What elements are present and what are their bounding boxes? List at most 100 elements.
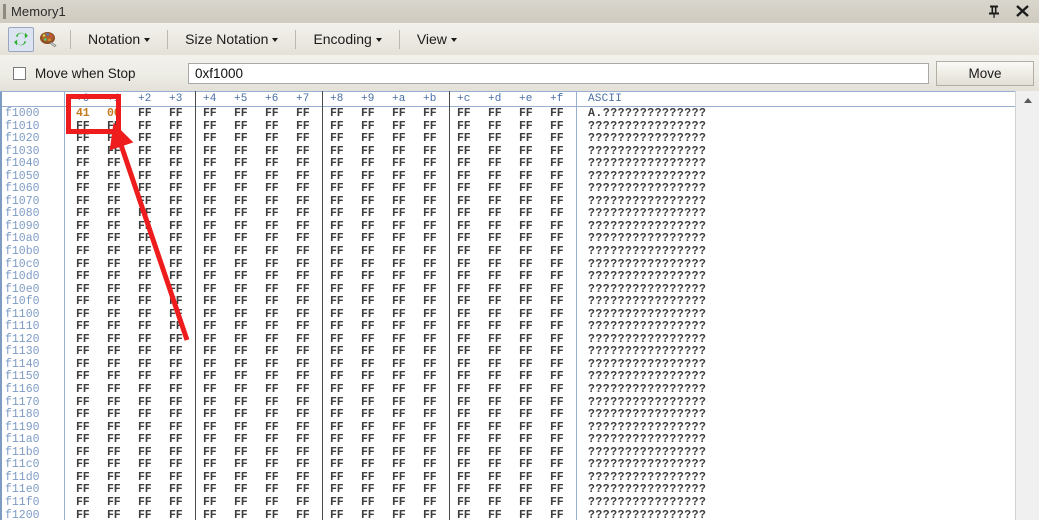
hex-byte-cell[interactable]: FF [76, 320, 90, 333]
hex-byte-cell[interactable]: FF [361, 170, 375, 183]
hex-byte-cell[interactable]: FF [107, 270, 121, 283]
hex-byte-cell[interactable]: FF [392, 333, 406, 346]
hex-byte-cell[interactable]: FF [107, 370, 121, 383]
hex-byte-cell[interactable]: FF [107, 132, 121, 145]
hex-row[interactable]: f1130 FF FF FF FF FF FF FF FF FF FF FF FF FF FF FF FF???… [2, 345, 1016, 358]
hex-byte-cell[interactable]: FF [265, 170, 279, 183]
hex-byte-cell[interactable]: FF [457, 232, 471, 245]
hex-byte-cell[interactable]: FF [519, 471, 533, 484]
hex-byte-cell[interactable]: FF [138, 396, 152, 409]
hex-byte-cell[interactable]: FF [107, 308, 121, 321]
hex-row[interactable]: f1120 FF FF FF FF FF FF FF FF FF FF FF FF FF FF FF FF???… [2, 333, 1016, 346]
hex-byte-cell[interactable]: FF [330, 345, 344, 358]
hex-byte-cell[interactable]: FF [265, 220, 279, 233]
hex-byte-cell[interactable]: FF [138, 120, 152, 133]
hex-byte-cell[interactable]: FF [265, 483, 279, 496]
hex-byte-cell[interactable]: FF [76, 308, 90, 321]
menu-size-notation[interactable]: Size Notation [178, 28, 285, 50]
hex-byte-cell[interactable]: FF [265, 308, 279, 321]
hex-row[interactable]: f11f0 FF FF FF FF FF FF FF FF FF FF FF FF FF FF FF FF???… [2, 496, 1016, 509]
hex-byte-cell[interactable]: FF [203, 496, 217, 509]
hex-byte-cell[interactable]: FF [169, 207, 183, 220]
hex-byte-cell[interactable]: FF [392, 207, 406, 220]
hex-row[interactable]: f1090 FF FF FF FF FF FF FF FF FF FF FF FF FF FF FF FF???… [2, 220, 1016, 233]
hex-byte-cell[interactable]: FF [265, 145, 279, 158]
hex-byte-cell[interactable]: FF [203, 408, 217, 421]
hex-byte-cell[interactable]: FF [203, 458, 217, 471]
address-input[interactable]: 0xf1000 [188, 63, 929, 84]
hex-byte-cell[interactable]: FF [296, 308, 310, 321]
hex-byte-cell[interactable]: FF [392, 308, 406, 321]
hex-byte-cell[interactable]: FF [330, 458, 344, 471]
hex-byte-cell[interactable]: FF [550, 245, 564, 258]
hex-byte-cell[interactable]: FF [234, 358, 248, 371]
hex-byte-cell[interactable]: FF [296, 509, 310, 520]
hex-byte-cell[interactable]: FF [107, 182, 121, 195]
hex-row-ascii[interactable]: ???????????????? [588, 345, 706, 358]
hex-byte-cell[interactable]: FF [392, 496, 406, 509]
hex-byte-cell[interactable]: FF [138, 145, 152, 158]
hex-byte-cell[interactable]: FF [519, 157, 533, 170]
vertical-scrollbar[interactable] [1015, 91, 1039, 520]
hex-byte-cell[interactable]: FF [550, 308, 564, 321]
hex-byte-cell[interactable]: FF [169, 308, 183, 321]
hex-byte-cell[interactable]: FF [234, 408, 248, 421]
hex-byte-cell[interactable]: FF [519, 483, 533, 496]
hex-byte-cell[interactable]: FF [550, 195, 564, 208]
hex-byte-cell[interactable]: FF [265, 345, 279, 358]
hex-byte-cell[interactable]: FF [550, 458, 564, 471]
hex-byte-cell[interactable]: FF [296, 107, 310, 120]
hex-byte-cell[interactable]: FF [234, 446, 248, 459]
hex-byte-cell[interactable]: FF [361, 220, 375, 233]
hex-byte-cell[interactable]: FF [361, 483, 375, 496]
hex-byte-cell[interactable]: FF [76, 471, 90, 484]
hex-byte-cell[interactable]: FF [488, 220, 502, 233]
hex-byte-cell[interactable]: FF [330, 421, 344, 434]
hex-byte-cell[interactable]: FF [361, 320, 375, 333]
hex-row-ascii[interactable]: ???????????????? [588, 358, 706, 371]
hex-byte-cell[interactable]: FF [488, 170, 502, 183]
hex-byte-cell[interactable]: FF [519, 320, 533, 333]
hex-row[interactable]: f11d0 FF FF FF FF FF FF FF FF FF FF FF FF FF FF FF FF???… [2, 471, 1016, 484]
hex-byte-cell[interactable]: FF [457, 421, 471, 434]
hex-byte-cell[interactable]: FF [265, 458, 279, 471]
hex-byte-cell[interactable]: FF [361, 370, 375, 383]
hex-byte-cell[interactable]: FF [203, 295, 217, 308]
hex-byte-cell[interactable]: FF [138, 496, 152, 509]
hex-byte-cell[interactable]: FF [265, 396, 279, 409]
hex-byte-cell[interactable]: FF [361, 120, 375, 133]
hex-byte-cell[interactable]: FF [234, 107, 248, 120]
hex-byte-cell[interactable]: FF [550, 496, 564, 509]
hex-byte-cell[interactable]: FF [107, 258, 121, 271]
hex-byte-cell[interactable]: FF [76, 157, 90, 170]
hex-byte-cell[interactable]: FF [457, 207, 471, 220]
hex-byte-cell[interactable]: FF [296, 396, 310, 409]
hex-byte-cell[interactable]: FF [203, 207, 217, 220]
hex-byte-cell[interactable]: FF [203, 195, 217, 208]
hex-row-ascii[interactable]: ???????????????? [588, 308, 706, 321]
hex-byte-cell[interactable]: FF [169, 270, 183, 283]
hex-byte-cell[interactable]: FF [392, 195, 406, 208]
hex-byte-cell[interactable]: FF [519, 295, 533, 308]
hex-row-ascii[interactable]: ???????????????? [588, 421, 706, 434]
hex-byte-cell[interactable]: FF [361, 408, 375, 421]
hex-byte-cell[interactable]: FF [107, 446, 121, 459]
hex-byte-cell[interactable]: FF [550, 220, 564, 233]
hex-byte-cell[interactable]: FF [457, 245, 471, 258]
hex-row[interactable]: f10c0 FF FF FF FF FF FF FF FF FF FF FF FF FF FF FF FF???… [2, 258, 1016, 271]
hex-byte-cell[interactable]: FF [550, 283, 564, 296]
hex-byte-cell[interactable]: FF [330, 220, 344, 233]
hex-byte-cell[interactable]: FF [234, 345, 248, 358]
hex-row[interactable]: f10d0 FF FF FF FF FF FF FF FF FF FF FF FF FF FF FF FF???… [2, 270, 1016, 283]
hex-byte-cell[interactable]: FF [330, 120, 344, 133]
hex-byte-cell[interactable]: FF [392, 145, 406, 158]
hex-byte-cell[interactable]: FF [550, 295, 564, 308]
hex-byte-cell[interactable]: FF [296, 345, 310, 358]
hex-byte-cell[interactable]: FF [550, 333, 564, 346]
hex-byte-cell[interactable]: FF [76, 408, 90, 421]
hex-row[interactable]: f1040 FF FF FF FF FF FF FF FF FF FF FF FF FF FF FF FF???… [2, 157, 1016, 170]
hex-row-ascii[interactable]: ???????????????? [588, 258, 706, 271]
hex-byte-cell[interactable]: FF [550, 433, 564, 446]
hex-byte-cell[interactable]: FF [457, 396, 471, 409]
hex-byte-cell[interactable]: FF [519, 107, 533, 120]
